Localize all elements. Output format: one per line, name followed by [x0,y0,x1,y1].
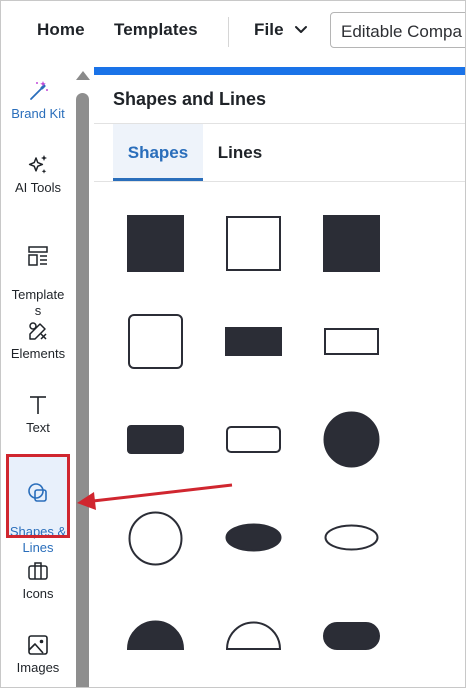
sidebar-item-elements[interactable]: Elements [4,319,72,362]
scroll-up-arrow-icon[interactable] [76,71,90,80]
magic-wand-icon [30,81,48,100]
layout-icon [28,246,48,266]
nav-divider [228,17,229,47]
sidebar-item-brand-kit[interactable]: Brand Kit [4,79,72,122]
shapes-panel: Shapes and Lines Shapes Lines [94,67,465,687]
nav-home-link[interactable]: Home [37,20,85,40]
text-icon [30,396,46,414]
chevron-down-icon[interactable] [293,23,309,37]
shape-filled-rectangle[interactable] [225,327,282,356]
shape-filled-pill[interactable] [323,622,380,650]
shapes-grid [126,215,380,650]
briefcase-icon [28,562,48,580]
annotation-highlight-box [6,454,70,538]
sidebar-item-label: Elements [10,346,66,361]
shape-filled-circle[interactable] [323,411,380,468]
shape-outlined-half-circle[interactable] [225,621,282,650]
file-menu-button[interactable]: File [254,20,284,40]
shape-filled-rounded-rectangle[interactable] [127,425,184,454]
shape-filled-square-alt[interactable] [323,215,380,272]
app-window: Home Templates File Editable Compa Brand… [0,0,466,688]
sidebar-item-label: Brand Kit [11,106,65,121]
shape-outlined-ellipse[interactable] [324,524,379,551]
shape-outlined-circle[interactable] [128,511,183,566]
image-icon [28,635,48,655]
document-title-input[interactable]: Editable Compa [330,12,465,48]
shape-outlined-rectangle[interactable] [324,328,379,355]
shape-outlined-square[interactable] [226,216,281,271]
shape-filled-square[interactable] [127,215,184,272]
sidebar-item-label: AI Tools [14,180,61,195]
shape-filled-half-circle[interactable] [126,620,185,650]
shape-rounded-outlined-square[interactable] [128,314,183,369]
sidebar-item-label: Images [16,660,60,675]
sidebar-item-label: Template s [11,287,65,318]
sidebar-item-templates[interactable]: Template s [4,228,72,319]
sidebar-item-label: Text [26,420,50,435]
scroll-thumb[interactable] [76,93,89,687]
elements-icon [29,322,47,340]
nav-templates-link[interactable]: Templates [114,20,198,40]
sidebar-item-label: Icons [22,586,54,601]
sidebar-item-icons[interactable]: Icons [4,559,72,602]
sidebar-item-ai-tools[interactable]: AI Tools [4,153,72,196]
sidebar-item-text[interactable]: Text [4,393,72,436]
top-nav: Home Templates File Editable Compa [1,1,465,65]
shape-filled-ellipse[interactable] [225,523,282,552]
sidebar-item-images[interactable]: Images [4,633,72,676]
shape-outlined-rounded-rectangle[interactable] [226,426,281,453]
sparkles-icon [28,155,47,174]
